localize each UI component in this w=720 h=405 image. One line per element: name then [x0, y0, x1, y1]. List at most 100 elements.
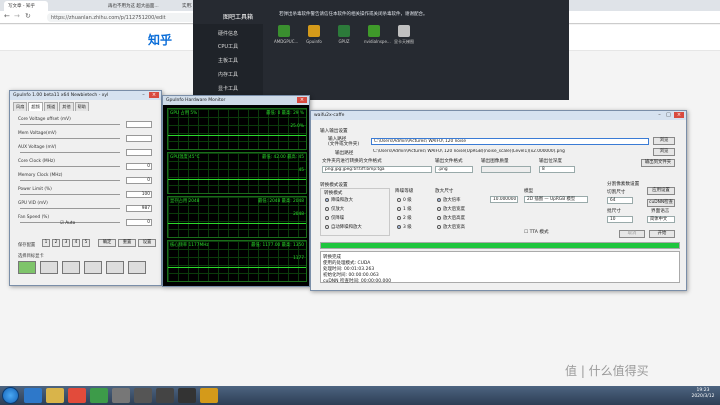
slider-track[interactable] [20, 180, 120, 182]
quality-field[interactable] [481, 166, 531, 173]
close-icon[interactable]: × [297, 97, 307, 103]
toolbox-tool[interactable]: Gpuinfo [304, 25, 324, 44]
tab-overclock[interactable]: 超频 [28, 102, 43, 111]
browse-output-button[interactable]: 浏览 [653, 148, 675, 156]
slider-value[interactable]: 0 [126, 163, 152, 170]
noise-radio[interactable]: 1 级 [397, 206, 412, 212]
gpu-select-thumb[interactable] [18, 261, 36, 274]
folder-icon[interactable] [46, 388, 64, 403]
slider-track[interactable] [20, 166, 120, 168]
depth-select[interactable]: 8 [539, 166, 575, 173]
sidebar-item-gpu[interactable]: 显卡工具 [193, 83, 263, 95]
tab-help[interactable]: 帮助 [74, 102, 89, 111]
window-titlebar[interactable]: waifu2x-caffe – □ × [311, 111, 686, 120]
mode-radio[interactable]: 仅放大 [325, 206, 344, 212]
lang-select[interactable]: 简体中文 [647, 216, 675, 223]
close-icon[interactable]: × [674, 112, 684, 118]
sidebar-item-cpu[interactable]: CPU工具 [193, 41, 263, 53]
tab-other[interactable]: 其他 [59, 102, 74, 111]
slider-value[interactable]: 0 [126, 219, 152, 226]
mode-radio[interactable]: 自动降噪和放大 [325, 224, 362, 230]
mode-radio[interactable]: 降噪和放大 [325, 197, 353, 203]
tab-fan[interactable]: 风扇 [13, 102, 28, 111]
profile-button[interactable]: 4 [72, 239, 80, 247]
profile-button[interactable]: 1 [42, 239, 50, 247]
gpu-select-thumb[interactable] [106, 261, 124, 274]
app-icon[interactable] [156, 388, 174, 403]
apply-button[interactable]: 确定 [98, 239, 116, 247]
tab-channel[interactable]: 频道 [43, 102, 59, 111]
toolbox-tool[interactable]: nvidiaInspe... [364, 25, 391, 44]
profile-button[interactable]: 5 [82, 239, 90, 247]
slider-value[interactable]: 987 [126, 205, 152, 212]
sidebar-item-board[interactable]: 主板工具 [193, 55, 263, 67]
app-icon[interactable] [178, 388, 196, 403]
format-select[interactable]: .png [435, 166, 473, 173]
browser-tab[interactable]: 再也不用为这 超大画面... [104, 1, 176, 11]
gpu-select-thumb[interactable] [128, 261, 146, 274]
scale-radio[interactable]: 放大后宽高 [437, 224, 465, 230]
noise-radio[interactable]: 3 级 [397, 224, 412, 230]
split-select[interactable]: 64 [607, 197, 633, 204]
slider-value[interactable]: 100 [126, 191, 152, 198]
tta-checkbox[interactable]: ☐ TTA 模式 [524, 229, 549, 235]
output-path-field[interactable]: C:\Users\Admin\Pictures\ WAIFU\ 120 nois… [371, 149, 649, 156]
settings-button[interactable]: 设置 [138, 239, 156, 247]
browser-tab[interactable]: 写文章 - 知乎 [4, 1, 48, 11]
window-titlebar[interactable]: GpuInfo 1.00 beta11 x64 Newbietech - xyl… [10, 91, 161, 100]
minimize-icon[interactable]: – [656, 112, 663, 118]
app-icon[interactable] [112, 388, 130, 403]
mode-radio[interactable]: 仅降噪 [325, 215, 344, 221]
batch-select[interactable]: 10 [607, 216, 633, 223]
ext-field[interactable]: png:jpg:jpeg:tif:tiff:bmp:tga [322, 166, 432, 173]
toolbox-tool[interactable]: GPUZ [334, 25, 354, 44]
clock[interactable]: 19:23 2020/3/12 [688, 388, 718, 400]
sidebar-item-hardware[interactable]: 硬件信息 [193, 28, 263, 40]
forward-icon[interactable]: → [14, 12, 20, 20]
input-path-field[interactable]: C:\Users\Admin\Pictures\ WAIFU\ 120 nois… [371, 138, 649, 145]
browse-button[interactable]: 浏览 [653, 137, 675, 145]
browser-tab[interactable]: 实用工具 | 超清大图画质增强... [178, 1, 192, 11]
window-titlebar[interactable]: GpuInfo Hardware Monitor × [163, 96, 309, 105]
toolbox-tool[interactable]: AMDGPUC... [274, 25, 298, 44]
slider-track[interactable] [20, 208, 120, 210]
slider-track[interactable] [20, 124, 120, 126]
close-icon[interactable]: × [149, 92, 159, 98]
model-select[interactable]: 2D 插图 — UpRGB 模型 [524, 196, 588, 203]
noise-radio[interactable]: 2 级 [397, 215, 412, 221]
slider-value[interactable]: 0 [126, 177, 152, 184]
apply-settings-button[interactable]: 应用设置 [647, 187, 675, 195]
sidebar-item-memory[interactable]: 内存工具 [193, 69, 263, 81]
toolbox-tool[interactable]: 显卡天梯图 [394, 25, 414, 45]
gpu-select-thumb[interactable] [84, 261, 102, 274]
slider-track[interactable] [20, 138, 120, 140]
site-logo[interactable]: 知乎 [148, 31, 172, 48]
slider-track[interactable] [20, 152, 120, 154]
noise-radio[interactable]: 0 级 [397, 197, 412, 203]
back-icon[interactable]: ← [4, 12, 10, 20]
open-folder-button[interactable]: 输出到文件夹 [641, 159, 675, 167]
slider-track[interactable] [20, 194, 120, 196]
scale-radio[interactable]: 放大后高度 [437, 215, 465, 221]
gpu-select-thumb[interactable] [40, 261, 58, 274]
reload-icon[interactable]: ↻ [25, 12, 31, 20]
cancel-button[interactable]: 取消 [619, 230, 645, 238]
minimize-icon[interactable]: – [140, 92, 147, 98]
profile-button[interactable]: 2 [52, 239, 60, 247]
slider-value[interactable] [126, 135, 152, 142]
gpu-select-thumb[interactable] [62, 261, 80, 274]
app-icon[interactable] [134, 388, 152, 403]
scale-field[interactable]: 10.000000 [490, 196, 518, 203]
media-icon[interactable] [68, 388, 86, 403]
scale-radio[interactable]: 放大倍率 [437, 197, 461, 203]
profile-button[interactable]: 3 [62, 239, 70, 247]
start-icon[interactable] [2, 387, 19, 404]
cudnn-check-button[interactable]: cuDNN检查 [647, 199, 675, 207]
slider-value[interactable] [126, 121, 152, 128]
start-button[interactable]: 开始 [649, 230, 675, 238]
maximize-icon[interactable]: □ [665, 112, 672, 118]
chrome-icon[interactable] [90, 388, 108, 403]
slider-value[interactable] [126, 149, 152, 156]
scale-radio[interactable]: 放大后宽度 [437, 206, 465, 212]
auto-checkbox[interactable]: ☑ Auto [60, 221, 75, 226]
